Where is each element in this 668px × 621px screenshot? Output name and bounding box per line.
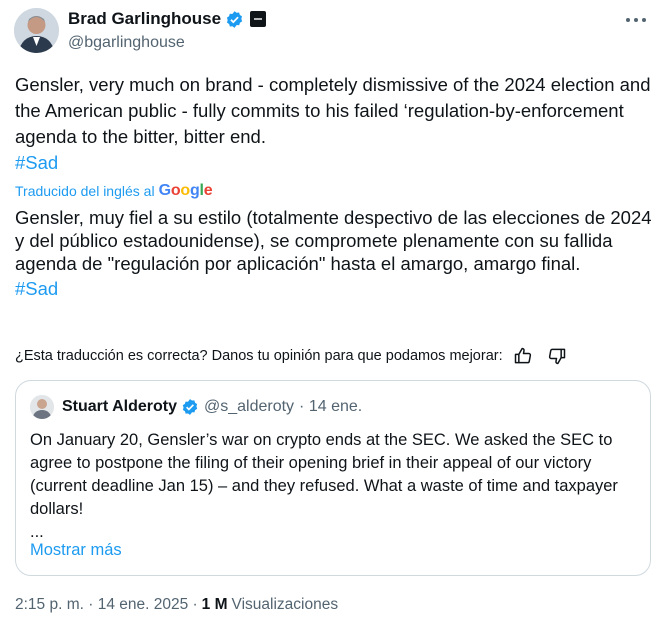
author-block: Brad Garlinghouse @bgarlinghouse — [68, 8, 267, 52]
views-count: 1 M — [201, 596, 228, 613]
quote-text-block: On January 20, Gensler’s war on crypto e… — [30, 429, 630, 544]
thumbs-down-icon[interactable] — [547, 346, 567, 366]
timestamp[interactable]: 2:15 p. m. · 14 ene. 2025 · — [15, 596, 198, 614]
quote-text: On January 20, Gensler’s war on crypto e… — [30, 431, 618, 518]
thumbs-up-icon[interactable] — [513, 346, 533, 366]
quoted-tweet[interactable]: Stuart Alderoty @s_alderoty · 14 ene. On… — [15, 380, 651, 576]
quote-author-name: Stuart Alderoty — [62, 398, 177, 415]
views-label: Visualizaciones — [231, 596, 339, 613]
author-handle[interactable]: @bgarlinghouse — [68, 34, 266, 52]
translated-body: Gensler, muy fiel a su estilo (totalment… — [15, 206, 655, 300]
quote-avatar — [30, 395, 54, 419]
tweet-stats: 2:15 p. m. · 14 ene. 2025 · 1 M Visualiz… — [15, 596, 338, 614]
tweet-hashtag[interactable]: #Sad — [15, 150, 655, 176]
feedback-prompt: ¿Esta traducción es correcta? Danos tu o… — [15, 348, 503, 364]
verified-badge-icon — [181, 398, 199, 416]
quote-handle: @s_alderoty — [203, 398, 295, 415]
translated-hashtag[interactable]: #Sad — [15, 277, 655, 300]
author-name[interactable]: Brad Garlinghouse — [68, 9, 221, 29]
google-logo: Google — [158, 182, 213, 199]
show-more-link[interactable]: Mostrar más — [30, 541, 122, 560]
translated-text: Gensler, muy fiel a su estilo (totalment… — [15, 207, 652, 274]
quote-date: · 14 ene. — [299, 398, 363, 415]
tweet-body: Gensler, very much on brand - completely… — [15, 72, 655, 176]
affiliation-icon[interactable] — [250, 11, 267, 27]
translation-feedback: ¿Esta traducción es correcta? Danos tu o… — [15, 346, 567, 366]
verified-badge-icon[interactable] — [225, 10, 244, 29]
translation-label: Traducido del inglés al — [15, 183, 155, 199]
quote-header: Stuart Alderoty @s_alderoty · 14 ene. — [30, 395, 362, 419]
tweet-text: Gensler, very much on brand - completely… — [15, 74, 651, 147]
avatar[interactable] — [14, 8, 59, 53]
translation-attribution: Traducido del inglés al Google — [15, 182, 213, 200]
more-icon[interactable] — [626, 10, 646, 30]
